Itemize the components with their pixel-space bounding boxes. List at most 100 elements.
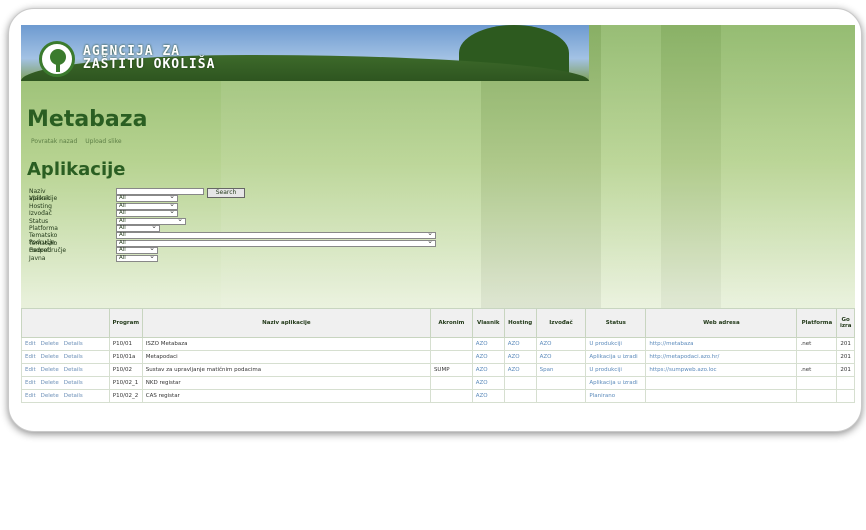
filter-label: Platforma: [29, 224, 58, 232]
edit-link[interactable]: Edit: [25, 367, 36, 373]
upload-link[interactable]: Upload slike: [85, 138, 121, 145]
column-header[interactable]: Status: [585, 308, 647, 338]
column-header[interactable]: Vlasnik: [471, 308, 505, 338]
details-link[interactable]: Details: [64, 354, 83, 360]
table-row: Edit Delete Details P10/02_1 NKD registar AZO…: [21, 376, 855, 390]
table-cell[interactable]: AZO: [471, 337, 505, 351]
table-cell: P10/02_1: [108, 376, 143, 390]
edit-link[interactable]: Edit: [25, 380, 36, 386]
screenshot-frame: AGENCIJA ZA ZAŠTITU OKOLIŠA Metabaza Pov…: [8, 8, 862, 432]
thematic-area-select[interactable]: All: [116, 231, 436, 240]
table-row: Edit Delete Details P10/02_2 CAS registar AZO…: [21, 389, 855, 403]
agency-name-line2: ZAŠTITU OKOLIŠA: [83, 57, 216, 72]
table-cell: NKD registar: [141, 376, 431, 390]
table-cell[interactable]: [645, 376, 798, 390]
contractor-select[interactable]: All: [116, 209, 178, 218]
table-row: Edit Delete Details P10/01 ISZO Metabaza AZO A…: [21, 337, 855, 351]
row-actions: Edit Delete Details: [21, 389, 110, 403]
details-link[interactable]: Details: [64, 341, 83, 347]
details-link[interactable]: Details: [64, 393, 83, 399]
column-header[interactable]: Program: [108, 308, 143, 338]
table-cell[interactable]: [645, 389, 798, 403]
edit-link[interactable]: Edit: [25, 341, 36, 347]
table-cell[interactable]: [503, 376, 537, 390]
table-cell[interactable]: https://sumpweb.azo.loc: [645, 363, 798, 377]
platform-select[interactable]: All: [116, 224, 160, 232]
table-cell[interactable]: AZO: [535, 350, 587, 364]
table-cell: CAS registar: [141, 389, 431, 403]
table-cell[interactable]: AZO: [471, 389, 505, 403]
delete-link[interactable]: Delete: [41, 393, 59, 399]
applications-table: Program Naziv aplikacije Akronim Vlasnik…: [21, 308, 855, 403]
table-cell: [836, 389, 855, 403]
table-header-row: Program Naziv aplikacije Akronim Vlasnik…: [21, 308, 855, 338]
row-actions: Edit Delete Details: [21, 337, 110, 351]
table-cell: [429, 376, 473, 390]
table-cell: 201: [836, 363, 855, 377]
browser-viewport: AGENCIJA ZA ZAŠTITU OKOLIŠA Metabaza Pov…: [21, 25, 855, 417]
table-cell: [429, 337, 473, 351]
table-cell[interactable]: Aplikacija u izradi: [585, 350, 647, 364]
table-cell[interactable]: Aplikacija u izradi: [585, 376, 647, 390]
table-cell[interactable]: U produkciji: [585, 363, 647, 377]
details-link[interactable]: Details: [64, 380, 83, 386]
table-cell[interactable]: [535, 376, 587, 390]
agency-name: AGENCIJA ZA ZAŠTITU OKOLIŠA: [83, 45, 215, 71]
table-cell: [836, 376, 855, 390]
column-header[interactable]: Platforma: [796, 308, 838, 338]
table-cell: [429, 389, 473, 403]
delete-link[interactable]: Delete: [41, 367, 59, 373]
table-cell[interactable]: [503, 389, 537, 403]
thematic-subarea-select[interactable]: All: [116, 239, 436, 247]
table-cell: .net: [796, 363, 838, 377]
search-button[interactable]: Search: [207, 188, 245, 198]
delete-link[interactable]: Delete: [41, 341, 59, 347]
table-cell: 201: [836, 350, 855, 364]
table-cell[interactable]: Planirano: [585, 389, 647, 403]
table-cell[interactable]: http://metabaza: [645, 337, 798, 351]
table-cell[interactable]: AZO: [503, 363, 537, 377]
column-header[interactable]: Hosting: [503, 308, 537, 338]
table-row: Edit Delete Details P10/02 Sustav za upravlj…: [21, 363, 855, 377]
filter-label: Izvođač: [29, 210, 52, 218]
column-header[interactable]: Web adresa: [645, 308, 798, 338]
table-cell[interactable]: AZO: [471, 376, 505, 390]
table-cell[interactable]: Span: [535, 363, 587, 377]
row-actions: Edit Delete Details: [21, 376, 110, 390]
table-cell: [796, 389, 838, 403]
public-select[interactable]: All: [116, 254, 158, 262]
table-cell[interactable]: AZO: [503, 350, 537, 364]
filter-label: Vlasnik: [29, 195, 51, 203]
table-cell[interactable]: http://metapodaci.azo.hr/: [645, 350, 798, 364]
table-cell[interactable]: AZO: [471, 350, 505, 364]
back-link[interactable]: Povratak nazad: [31, 138, 77, 145]
table-cell: [796, 350, 838, 364]
table-cell: P10/02: [108, 363, 143, 377]
table-cell[interactable]: AZO: [503, 337, 537, 351]
agency-logo-icon[interactable]: [39, 41, 75, 77]
details-link[interactable]: Details: [64, 367, 83, 373]
filter-label: Status: [29, 217, 49, 225]
app-name-input[interactable]: [116, 188, 204, 195]
filter-label: Javna: [29, 254, 46, 262]
column-header[interactable]: Go izra: [836, 308, 855, 338]
table-cell: P10/01a: [108, 350, 143, 364]
table-cell[interactable]: AZO: [535, 337, 587, 351]
edit-link[interactable]: Edit: [25, 393, 36, 399]
row-actions: Edit Delete Details: [21, 350, 110, 364]
column-header[interactable]: Akronim: [429, 308, 473, 338]
table-cell[interactable]: AZO: [471, 363, 505, 377]
table-cell[interactable]: [535, 389, 587, 403]
column-header[interactable]: Naziv aplikacije: [141, 308, 431, 338]
table-row: Edit Delete Details P10/01a Metapodaci AZO AZO…: [21, 350, 855, 364]
table-cell: [429, 350, 473, 364]
page-title: Metabaza: [27, 107, 148, 132]
delete-link[interactable]: Delete: [41, 354, 59, 360]
table-cell[interactable]: U produkciji: [585, 337, 647, 351]
column-header[interactable]: Izvođač: [535, 308, 587, 338]
table-cell: P10/02_2: [108, 389, 143, 403]
edit-link[interactable]: Edit: [25, 354, 36, 360]
table-cell: ISZO Metabaza: [141, 337, 431, 351]
delete-link[interactable]: Delete: [41, 380, 59, 386]
breadcrumb: Povratak nazad Upload slike: [31, 138, 128, 145]
